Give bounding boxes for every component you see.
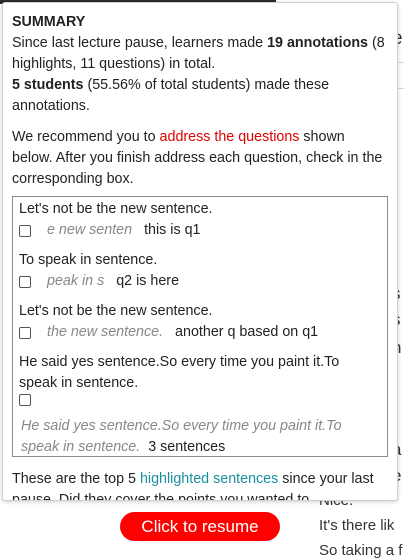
question-checkbox[interactable]	[19, 224, 31, 237]
question-checkbox[interactable]	[19, 326, 31, 339]
recommendation-text: We recommend you to	[12, 129, 160, 145]
background-line-2: It's there lik	[319, 517, 395, 534]
summary-panel: SUMMARY Since last lecture pause, learne…	[2, 2, 398, 501]
highlighted-sentences-link[interactable]: highlighted sentences	[140, 471, 278, 487]
question-text: q2 is here	[116, 273, 180, 289]
question-text: another q based on q1	[175, 324, 319, 340]
question-item: Let's not be the new sentence. e new sen…	[19, 199, 381, 241]
question-sentence: To speak in sentence.	[19, 252, 158, 268]
question-list: Let's not be the new sentence. e new sen…	[12, 196, 388, 457]
top-highlights-intro: These are the top 5 highlighted sentence…	[12, 469, 388, 500]
annotation-count: 19 annotations	[267, 35, 368, 51]
question-sentence: Let's not be the new sentence.	[19, 303, 213, 319]
resume-button[interactable]: Click to resume	[120, 512, 280, 541]
question-sentence: Let's not be the new sentence.	[19, 201, 213, 217]
question-highlight: peak in s	[47, 273, 105, 289]
question-text: 3 sentences	[148, 439, 226, 455]
question-item: He said yes sentence.So every time you p…	[19, 352, 381, 456]
question-highlight: e new senten	[47, 222, 133, 238]
question-sentence: He said yes sentence.So every time you p…	[19, 354, 340, 391]
top-highlights-text: These are the top 5	[12, 471, 140, 487]
student-stats: 5 students (55.56% of total students) ma…	[12, 75, 388, 117]
question-checkbox[interactable]	[19, 394, 31, 406]
question-item: Let's not be the new sentence. the new s…	[19, 301, 381, 343]
question-detail: He said yes sentence.So every time you p…	[19, 416, 381, 456]
address-questions-link[interactable]: address the questions	[160, 129, 300, 145]
annotation-stats: Since last lecture pause, learners made …	[12, 33, 388, 75]
question-text: this is q1	[144, 222, 201, 238]
background-line-3: So taking a f	[319, 542, 403, 559]
student-count: 5 students	[12, 77, 84, 93]
question-checkbox[interactable]	[19, 275, 31, 288]
recommendation: We recommend you to address the question…	[12, 127, 388, 190]
question-highlight: the new sentence.	[47, 324, 164, 340]
question-item: To speak in sentence. peak in s q2 is he…	[19, 250, 381, 292]
stats-text: Since last lecture pause, learners made	[12, 35, 268, 51]
summary-title: SUMMARY	[12, 14, 86, 30]
